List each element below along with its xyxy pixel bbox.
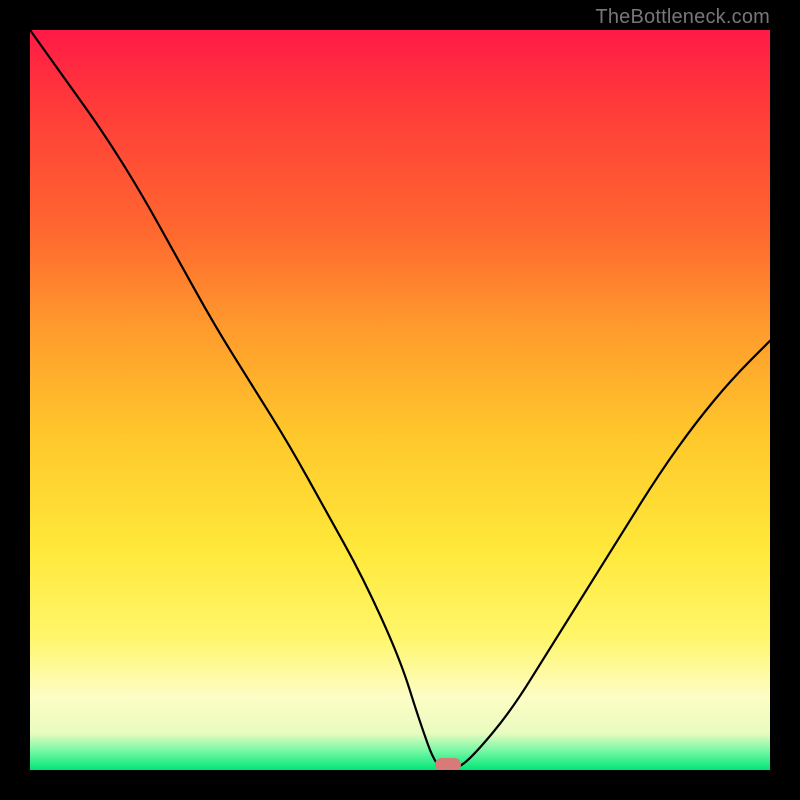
minimum-marker <box>435 758 461 770</box>
watermark-text: TheBottleneck.com <box>595 6 770 29</box>
bottleneck-curve <box>30 30 770 770</box>
plot-area <box>30 30 770 770</box>
chart-frame: TheBottleneck.com <box>0 0 800 800</box>
